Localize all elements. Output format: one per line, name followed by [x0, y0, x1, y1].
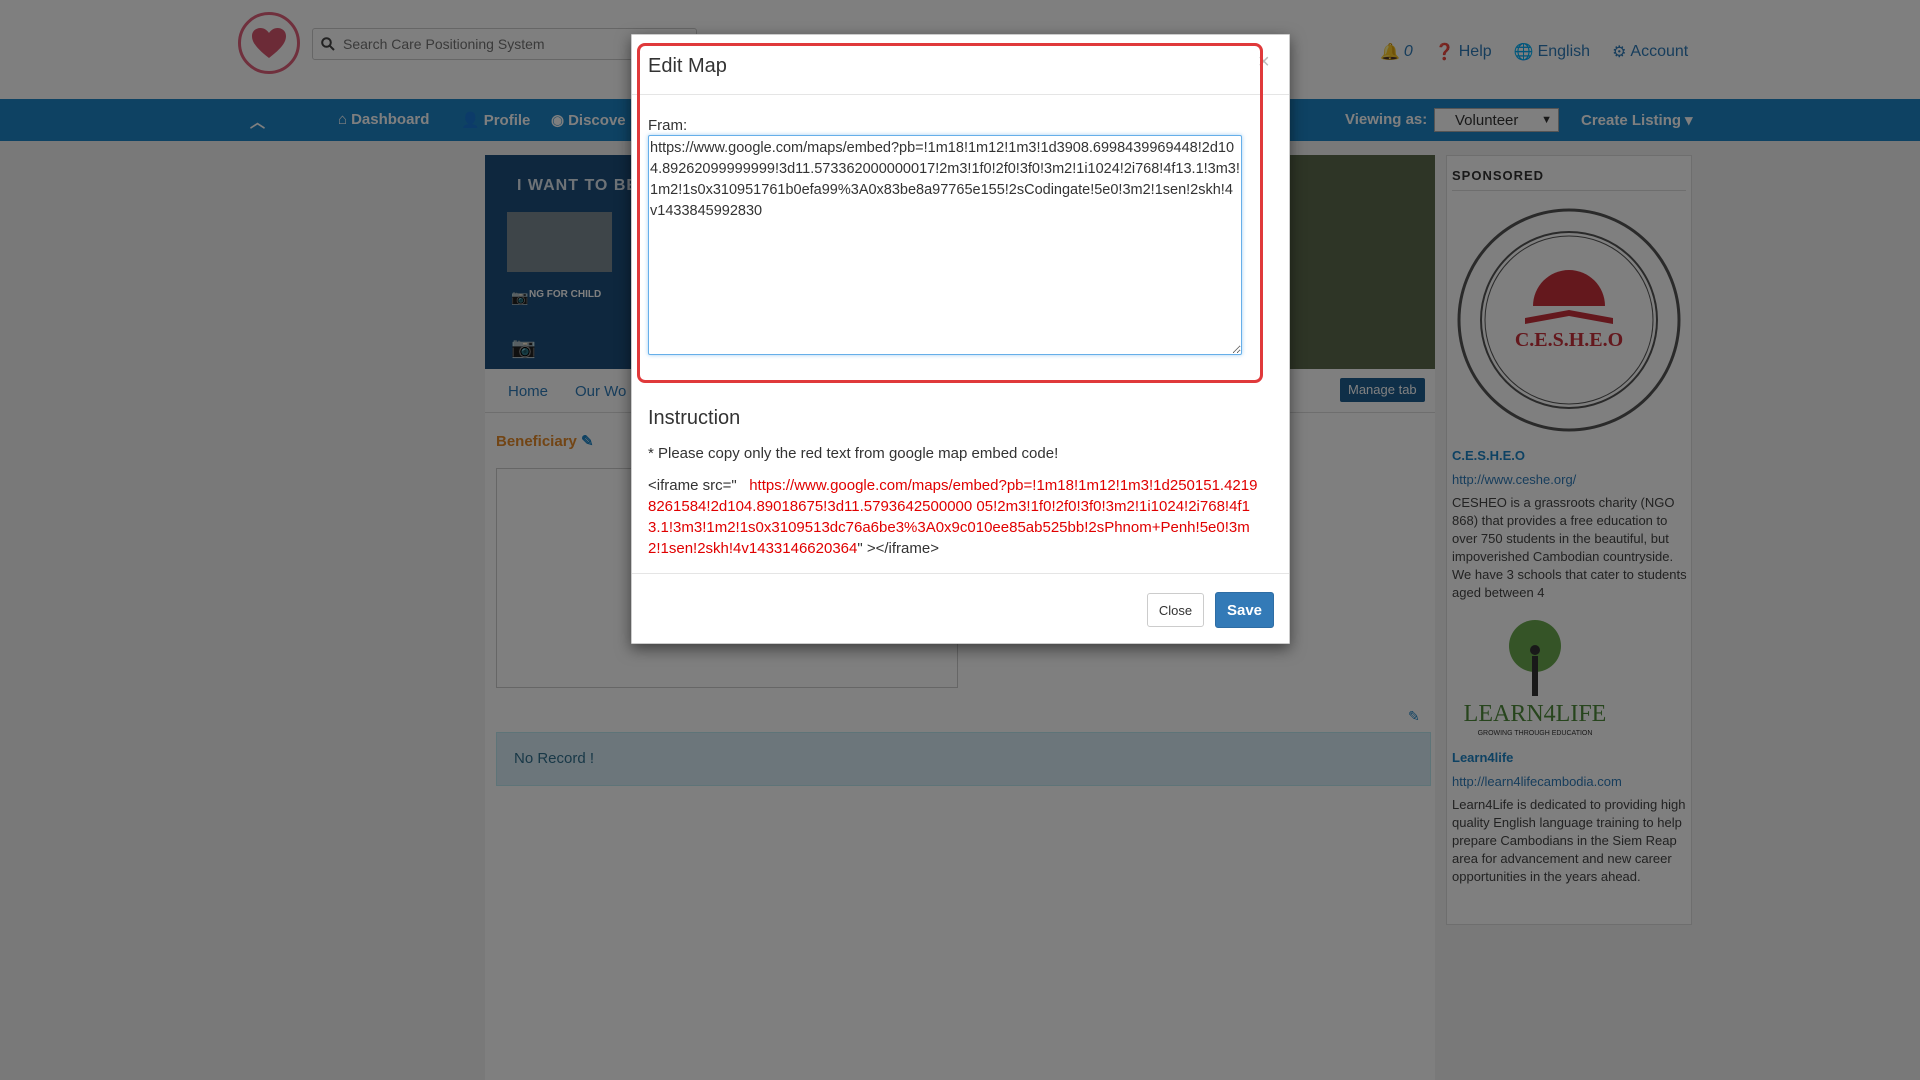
close-button[interactable]: Close	[1147, 593, 1204, 627]
save-button[interactable]: Save	[1215, 592, 1274, 628]
iframe-red-url: https://www.google.com/maps/embed?pb=!1m…	[648, 477, 1258, 557]
modal-footer-divider	[632, 573, 1289, 574]
instruction-heading: Instruction	[648, 407, 741, 429]
iframe-prefix: <iframe src="	[648, 477, 737, 494]
iframe-suffix: " ></iframe>	[857, 540, 939, 557]
iframe-example: <iframe src=" https://www.google.com/map…	[648, 475, 1258, 559]
highlight-frame	[637, 43, 1263, 383]
instruction-note: * Please copy only the red text from goo…	[648, 445, 1059, 462]
